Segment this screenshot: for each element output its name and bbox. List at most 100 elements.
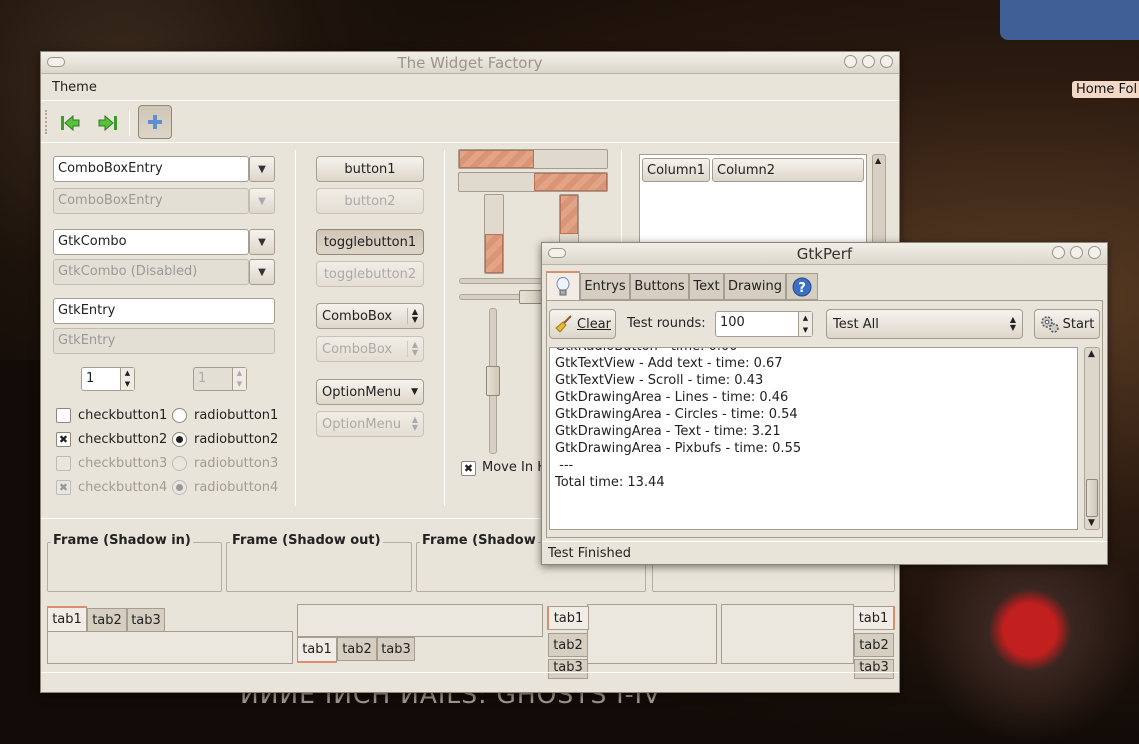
checkbutton2[interactable]: ✖ [56,432,71,447]
add-icon[interactable] [138,105,172,139]
combobox-label: ComboBox [322,341,393,357]
column-header-2[interactable]: Column2 [712,158,864,182]
gtkentry-disabled: GtkEntry [53,328,275,354]
button1[interactable]: button1 [316,156,424,182]
chevron-down-icon: ▼ [249,259,275,285]
test-select[interactable]: Test All ▲ ▼ [826,309,1023,339]
move-in-checkbox[interactable]: ✖ [461,461,476,476]
option-menu[interactable]: OptionMenu ▼ [316,379,424,405]
maximize-button[interactable] [862,55,875,68]
notebook-right-body [721,604,854,664]
scale-slider-handle[interactable] [486,366,500,396]
minimize-button[interactable] [1052,246,1065,259]
test-rounds-label: Test rounds: [627,316,706,331]
log-scrollbar-thumb[interactable] [1086,479,1098,517]
tab-info[interactable] [546,271,580,301]
radiobutton2[interactable] [172,432,187,447]
notebook-top-tab2[interactable]: tab2 [87,608,127,632]
tab-buttons[interactable]: Buttons [630,273,689,300]
notebook-left-body [587,604,717,664]
scroll-down-icon[interactable]: ▼ [1088,518,1095,528]
help-icon: ? [792,277,812,296]
chevron-down-icon: ▼ [249,188,275,214]
option-menu-label: OptionMenu [322,384,402,400]
widget-factory-titlebar[interactable]: The Widget Factory [41,52,899,74]
up-down-icon: ▲ ▼ [406,341,418,357]
gtkperf-titlebar[interactable]: GtkPerf [542,243,1107,265]
desktop-folder-icon[interactable] [1000,0,1139,40]
radiobutton4-label: radiobutton4 [194,480,279,495]
lightbulb-icon [556,276,570,295]
window-controls [844,55,893,68]
window-menu-button[interactable] [47,57,65,67]
notebook-bottom-tab2[interactable]: tab2 [337,637,377,661]
chevron-down-icon: ▼ [411,387,418,397]
radiobutton1[interactable] [172,408,187,423]
scroll-up-icon[interactable]: ▲ [1088,349,1095,359]
go-first-icon[interactable] [57,110,83,136]
window-title: The Widget Factory [397,53,543,72]
column-separator [295,150,296,506]
minimize-button[interactable] [844,55,857,68]
combobox-label: ComboBox [322,308,393,324]
chevron-down-icon[interactable]: ▼ [249,156,275,182]
clear-button[interactable]: Clear [549,309,616,339]
window-menu-button[interactable] [548,248,566,258]
column-header-1[interactable]: Column1 [642,158,710,182]
notebook-left-tab1-visible[interactable]: tab1 [547,606,589,630]
close-button[interactable] [880,55,893,68]
toolbar-separator [129,110,130,136]
radiobutton1-label: radiobutton1 [194,408,279,423]
combobox-disabled: ComboBox ▲ ▼ [316,336,424,362]
notebook-left-tab2[interactable]: tab2 [548,633,588,657]
up-down-icon: ▲ ▼ [411,415,418,432]
go-last-icon[interactable] [95,110,121,136]
notebook-top-tab3[interactable]: tab3 [127,608,165,632]
test-rounds-spin[interactable]: 100 ▲ ▼ [715,311,813,337]
test-rounds-value: 100 [720,315,745,330]
tab-entrys[interactable]: Entrys [580,273,630,300]
start-button[interactable]: Start [1034,309,1100,339]
combobox[interactable]: ComboBox ▲ ▼ [316,303,424,329]
statusbar-separator [542,541,1107,542]
notebook-right-tab2[interactable]: tab2 [854,633,894,657]
close-button[interactable] [1088,246,1101,259]
gtkentry[interactable]: GtkEntry [53,298,275,324]
progress-fill [534,173,607,191]
tab-text[interactable]: Text [689,273,724,300]
scroll-up-icon[interactable]: ▲ [875,156,881,165]
toolbar-separator-bottom [41,142,899,143]
checkbutton1[interactable] [56,408,71,423]
chevron-down-icon[interactable]: ▼ [249,229,275,255]
window-controls [1052,246,1101,259]
combobox-entry-disabled: ComboBoxEntry [53,188,249,214]
notebook-top-tab1[interactable]: tab1 [47,606,87,632]
notebook-right-tab3[interactable]: tab3 [854,659,894,679]
menu-theme[interactable]: Theme [52,80,97,95]
gtkcombo[interactable]: GtkCombo [53,229,249,255]
combobox-entry[interactable]: ComboBoxEntry [53,156,249,182]
notebook-bottom-body [297,604,543,637]
spin-arrows-icon[interactable]: ▲ ▼ [120,368,134,390]
results-log[interactable]: GtkRadioButton - time: 0.00 GtkTextView … [549,347,1078,530]
desktop-home-folder-label[interactable]: Home Fol [1072,81,1139,98]
spin-arrows-icon[interactable]: ▲ ▼ [798,312,812,336]
notebook-bottom-tab3[interactable]: tab3 [377,637,415,661]
tab-drawing[interactable]: Drawing [724,273,786,300]
notebook-right-tab1[interactable]: tab1 [853,606,895,630]
maximize-button[interactable] [1070,246,1083,259]
tab-help[interactable]: ? [786,273,818,300]
svg-text:?: ? [798,281,806,296]
column-separator [444,150,445,506]
up-down-icon: ▲ ▼ [1009,315,1016,332]
spin-button[interactable]: 1 ▲ ▼ [81,367,135,391]
log-line: --- [555,458,574,473]
togglebutton2: togglebutton2 [316,261,424,287]
notebook-left-tab3[interactable]: tab3 [548,659,588,679]
log-line: GtkDrawingArea - Lines - time: 0.46 [555,390,789,405]
toolbar-grip [45,110,48,134]
notebook-bottom-tab1[interactable]: tab1 [297,637,337,663]
log-line: GtkDrawingArea - Text - time: 3.21 [555,424,781,439]
spin-value: 1 [86,371,95,386]
togglebutton1[interactable]: togglebutton1 [316,229,424,255]
